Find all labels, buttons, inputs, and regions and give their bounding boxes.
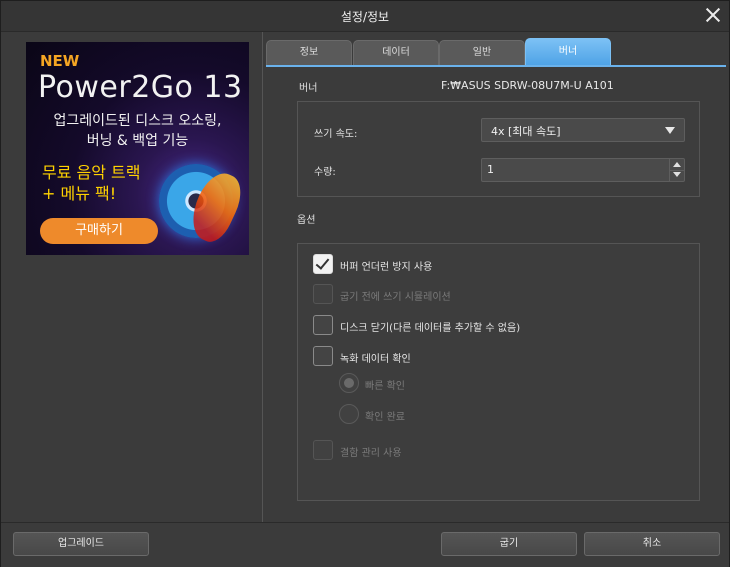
quick-verify-label: 빠른 확인: [365, 381, 405, 392]
new-badge: NEW: [40, 52, 80, 70]
quantity-stepper[interactable]: 1: [481, 158, 685, 182]
burner-settings-group: [297, 101, 700, 197]
ad-feature-line-1: 업그레이드된 디스크 오소링,: [53, 113, 222, 129]
full-verify-radio[interactable]: [339, 404, 359, 424]
buffer-underrun-checkbox[interactable]: [313, 254, 333, 274]
promo-banner[interactable]: NEW Power2Go 13 업그레이드된 디스크 오소링, 버닝 & 백업 …: [26, 42, 249, 255]
ad-promo-line-2: + 메뉴 팩!: [42, 184, 117, 203]
defect-management-label: 결함 관리 사용: [340, 448, 402, 459]
tab-info[interactable]: 정보: [266, 40, 352, 65]
settings-dialog: 설정/정보 NEW Power2Go 13 업그레이드된 디스크 오소링, 버닝…: [0, 0, 730, 567]
speed-label: 쓰기 속도:: [314, 129, 358, 140]
close-disc-label: 디스크 닫기(다른 데이터를 추가할 수 없음): [340, 323, 521, 334]
tab-general[interactable]: 일반: [439, 40, 525, 65]
spin-buttons: [669, 159, 684, 181]
quantity-value: 1: [487, 163, 494, 176]
quick-verify-radio[interactable]: [339, 373, 359, 393]
buffer-underrun-label: 버퍼 언더런 방지 사용: [340, 262, 433, 273]
options-group: [297, 243, 700, 501]
simulate-checkbox[interactable]: [313, 284, 333, 304]
verify-checkbox[interactable]: [313, 346, 333, 366]
verify-label: 녹화 데이터 확인: [340, 354, 411, 365]
options-label: 옵션: [297, 215, 316, 226]
product-name: Power2Go 13: [38, 70, 243, 105]
defect-management-checkbox[interactable]: [313, 440, 333, 460]
window-title: 설정/정보: [340, 10, 390, 24]
pane-divider: [262, 32, 263, 522]
tab-data[interactable]: 데이터: [353, 40, 439, 65]
speed-select[interactable]: 4x [최대 속도]: [481, 118, 685, 142]
burn-button[interactable]: 굽기: [441, 532, 577, 556]
quantity-label: 수량:: [314, 167, 336, 178]
spin-down-icon[interactable]: [670, 170, 684, 181]
full-verify-label: 확인 완료: [365, 412, 405, 423]
tab-underline: [266, 65, 726, 67]
burner-label: 버너: [299, 83, 318, 94]
drive-name: F:₩ASUS SDRW-08U7M-U A101: [441, 79, 614, 92]
simulate-label: 굽기 전에 쓰기 시뮬레이션: [340, 292, 451, 303]
close-disc-checkbox[interactable]: [313, 315, 333, 335]
cancel-button[interactable]: 취소: [584, 532, 720, 556]
title-bar: 설정/정보: [1, 1, 729, 32]
speed-select-value: 4x [최대 속도]: [491, 125, 561, 138]
ad-feature-line-2: 버닝 & 백업 기능: [86, 133, 189, 149]
chevron-down-icon: [665, 127, 675, 134]
close-icon[interactable]: [705, 7, 721, 23]
upgrade-button[interactable]: 업그레이드: [13, 532, 149, 556]
buy-button[interactable]: 구매하기: [40, 218, 158, 244]
tab-burner[interactable]: 버너: [525, 38, 611, 65]
